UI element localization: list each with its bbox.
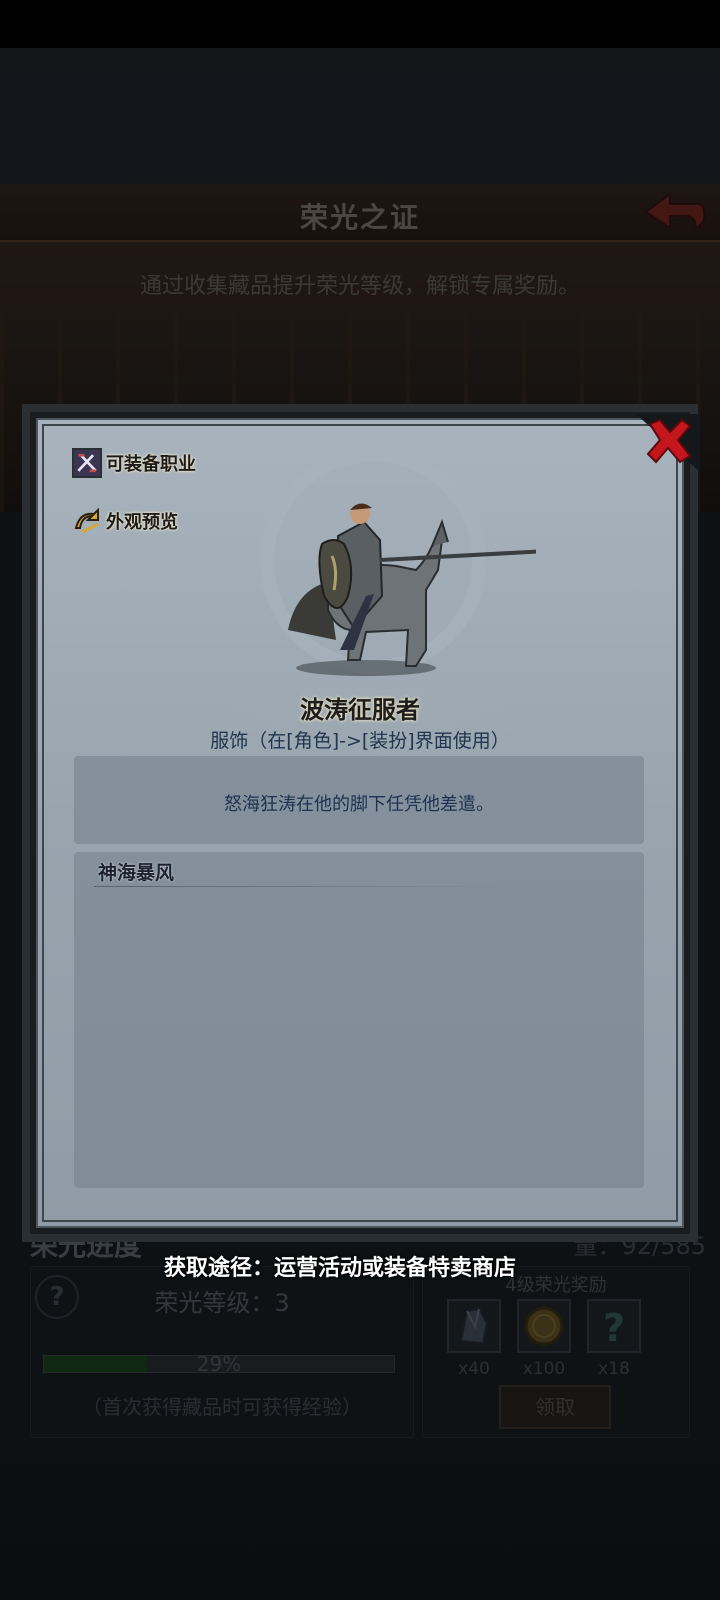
- set-info-box: 神海暴风: [74, 852, 644, 1188]
- item-description: 怒海狂涛在他的脚下任凭他差遣。: [224, 794, 494, 815]
- item-name: 波涛征服者: [300, 696, 420, 724]
- appearance-preview-label: 外观预览: [106, 512, 178, 533]
- knight-costume-preview: [288, 503, 536, 676]
- acquisition-source: 获取途径：运营活动或装备特卖商店: [164, 1256, 517, 1281]
- appearance-preview-icon: [74, 507, 99, 534]
- equip-class-label: 可装备职业: [106, 454, 196, 475]
- equip-class-button[interactable]: 可装备职业: [72, 446, 196, 480]
- appearance-preview-button[interactable]: 外观预览: [72, 504, 178, 538]
- set-divider: [94, 886, 504, 887]
- class-swords-icon: [72, 448, 102, 478]
- item-description-box: 怒海狂涛在他的脚下任凭他差遣。: [74, 756, 644, 844]
- item-detail-dialog: 可装备职业 外观预览 波涛征服者 服饰（在[角色]->[装扮]界面使用） 怒海狂…: [30, 412, 700, 1234]
- set-title: 神海暴风: [98, 862, 175, 884]
- status-bar: [0, 0, 720, 48]
- item-type: 服饰（在[角色]->[装扮]界面使用）: [210, 730, 510, 752]
- close-icon[interactable]: [636, 414, 700, 472]
